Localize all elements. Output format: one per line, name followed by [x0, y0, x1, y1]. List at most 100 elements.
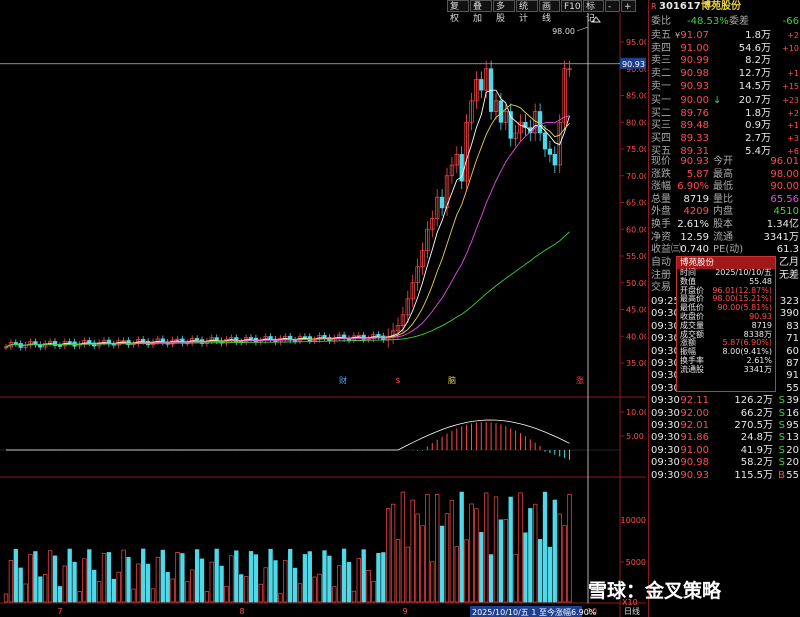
tick-row: 09:30 92.11 126.2万 S 39 [649, 395, 800, 407]
tick-count: 39 [786, 395, 799, 407]
event-marker-1: $ [395, 376, 400, 385]
toolbar-button-0[interactable]: 复权 [447, 0, 469, 24]
volume-bar [33, 551, 38, 603]
volume-bar [435, 494, 440, 603]
volume-bar [425, 494, 430, 603]
toolbar-button-5[interactable]: F10 [561, 0, 582, 12]
volume-bar [57, 586, 63, 603]
candle-body [552, 154, 557, 166]
volume-bar [464, 539, 469, 603]
volume-bar [96, 581, 102, 603]
ma60-line [5, 231, 570, 348]
event-marker-3: 涨 [576, 375, 584, 385]
volume-bar [273, 560, 278, 603]
macd-tick-label: 5.00 [626, 432, 644, 441]
volume-bar [278, 593, 283, 603]
tick-count: 55 [786, 469, 799, 481]
sell-row: 卖三 90.99 8.2万 [649, 55, 800, 67]
popup-row: 流通股 3341万 [680, 364, 772, 374]
volume-bar [283, 559, 288, 603]
volume-bar [77, 591, 82, 603]
volume-bar [498, 519, 504, 603]
volume-bar [542, 491, 548, 603]
volume-bar [131, 588, 136, 603]
price-tick-label: 35.00 [626, 359, 646, 368]
volume-bar [356, 558, 361, 603]
volume-bar [454, 546, 459, 603]
tick-row: 09:30 90.98 58.2万 S 20 [649, 457, 800, 469]
tick-count: 87 [786, 358, 799, 369]
tick-volume: 66.2万 [740, 407, 773, 419]
kline-chart[interactable]: 95.0090.0085.0080.0075.0070.0065.0060.00… [0, 13, 646, 617]
tick-volume: 126.2万 [734, 395, 773, 407]
sell-label: 卖三 [651, 55, 671, 67]
volume-bar [332, 586, 337, 603]
volume-bar [175, 552, 180, 603]
macd-tick-label: 10.00 [626, 408, 646, 417]
volume-bar [3, 593, 9, 603]
volume-bar [106, 552, 112, 603]
volume-bar [557, 513, 562, 603]
sell-volume: 14.5万 [738, 80, 771, 92]
candle-body [439, 196, 445, 209]
toolbar-button-8[interactable]: + [621, 0, 636, 12]
volume-bar [52, 555, 58, 603]
volume-bar [552, 499, 557, 603]
tick-count: 83 [786, 320, 799, 332]
down-arrow-icon: ↓ [713, 95, 722, 106]
buy-volume: 2.7万 [745, 133, 771, 145]
buy-price: 89.76 [680, 107, 709, 119]
volume-bar [381, 552, 386, 603]
toolbar-button-4[interactable]: 画线 [539, 0, 560, 24]
tick-time: 09:30 [651, 395, 680, 407]
tick-row: 09:30 91.86 24.8万 S 13 [649, 432, 800, 444]
toolbar-button-6[interactable]: 标记 [583, 0, 604, 24]
buy-price: 90.00 [680, 95, 709, 106]
price-tick-label: 55.00 [626, 252, 646, 261]
volume-bar [337, 565, 342, 603]
candle-body [248, 337, 254, 339]
quote-row: 涨跌 5.87 最高 98.00 [651, 168, 799, 180]
tick-count: 71 [786, 333, 799, 345]
x-axis-label: 9 [402, 607, 407, 616]
volume-bar [366, 569, 371, 603]
x-axis-label: 7 [57, 607, 62, 616]
ma5-line [5, 89, 570, 348]
buy-volume: 1.8万 [745, 107, 771, 119]
sell-label: 卖五 [651, 30, 671, 41]
candle-body [302, 336, 308, 338]
x-axis-label: 8 [239, 607, 244, 616]
buy-volume: 20.7万 [738, 95, 771, 106]
volume-bar [346, 562, 352, 603]
buy-label: 买三 [651, 120, 671, 132]
buy-row: 买三 89.48 0.9万 +1 [651, 120, 799, 132]
tick-flag: S [778, 457, 785, 469]
candle-body [194, 338, 200, 341]
candle-body [542, 132, 548, 150]
toolbar-button-3[interactable]: 统计 [516, 0, 538, 24]
tick-count: 16 [786, 407, 799, 419]
toolbar-button-1[interactable]: 叠加 [470, 0, 492, 24]
tick-count: 91 [786, 370, 799, 382]
volume-bar [327, 555, 332, 603]
quote-row: 现价 90.93 今开 96.01 [651, 156, 799, 167]
tick-count: 390 [779, 308, 799, 320]
volume-bar [444, 513, 450, 603]
vol-tick-label: 5000 [626, 558, 646, 567]
tick-flag: S [778, 395, 785, 407]
stock-code: 301617 [659, 1, 701, 12]
tick-price: 92.01 [680, 420, 709, 431]
sell-row: 卖一 90.93 14.5万 +15 [651, 80, 799, 92]
high-marker: 98.00 [552, 27, 575, 36]
tick-volume: 58.2万 [740, 457, 773, 469]
ma20-line [5, 115, 570, 348]
volume-bar [190, 569, 195, 603]
toolbar-button-7[interactable]: - [605, 0, 620, 12]
volume-bar [214, 548, 219, 603]
buy-volume: 0.9万 [745, 120, 771, 132]
volume-bar [508, 496, 513, 603]
volume-bar [518, 492, 523, 603]
volume-bar [537, 539, 543, 603]
volume-bar [141, 548, 146, 603]
toolbar-button-2[interactable]: 多股 [493, 0, 515, 24]
